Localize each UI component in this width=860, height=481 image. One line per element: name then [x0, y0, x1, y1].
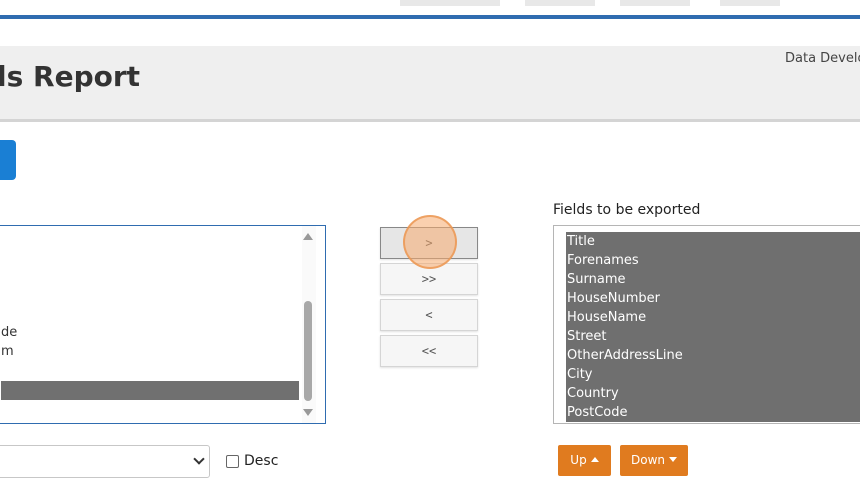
export-fields-list[interactable]: Title Forenames Surname HouseNumber Hous… — [553, 225, 860, 424]
available-fields-list[interactable]: de m — [0, 225, 326, 424]
scroll-down-icon[interactable] — [303, 409, 313, 416]
list-item[interactable]: Title — [566, 232, 860, 251]
selected-list-item[interactable] — [1, 381, 299, 400]
move-down-button[interactable]: Down — [620, 445, 688, 476]
nav-tab-ghost-4 — [720, 0, 780, 6]
breadcrumb[interactable]: Data Develo — [785, 51, 860, 66]
list-item[interactable]: City — [566, 365, 860, 384]
page-title: ls Report — [0, 60, 141, 93]
nav-tab-ghost-2 — [525, 0, 595, 6]
desc-label: Desc — [244, 453, 279, 469]
sort-field-select[interactable] — [0, 445, 210, 478]
export-fields-label: Fields to be exported — [553, 202, 701, 218]
add-all-fields-button[interactable]: >> — [380, 263, 478, 295]
list-item[interactable]: OtherAddressLine — [566, 346, 860, 365]
list-item[interactable]: Surname — [566, 270, 860, 289]
move-up-button[interactable]: Up — [558, 445, 611, 476]
list-item[interactable]: HouseName — [566, 308, 860, 327]
remove-all-fields-button[interactable]: << — [380, 335, 478, 367]
scroll-up-icon[interactable] — [303, 233, 313, 240]
list-item[interactable]: HouseNumber — [566, 289, 860, 308]
list-item[interactable]: Country — [566, 384, 860, 403]
move-down-label: Down — [630, 453, 665, 467]
list-item[interactable]: PostCode — [566, 403, 860, 422]
add-field-button[interactable]: > — [380, 227, 478, 259]
desc-checkbox[interactable] — [226, 455, 239, 468]
caret-up-icon — [590, 457, 599, 462]
list-item[interactable]: m — [1, 342, 14, 361]
primary-action-button[interactable] — [0, 140, 16, 180]
top-nav-underline — [0, 15, 860, 19]
remove-field-button[interactable]: < — [380, 299, 478, 331]
list-item[interactable]: de — [1, 323, 17, 342]
list-item[interactable]: Street — [566, 327, 860, 346]
page-header: ls Report Data Develo — [0, 46, 860, 122]
list-item[interactable]: Forenames — [566, 251, 860, 270]
nav-tab-ghost-3 — [620, 0, 690, 6]
scrollbar-thumb[interactable] — [304, 301, 312, 401]
move-up-label: Up — [570, 453, 587, 467]
caret-down-icon — [669, 457, 677, 462]
nav-tab-ghost-1 — [400, 0, 500, 6]
